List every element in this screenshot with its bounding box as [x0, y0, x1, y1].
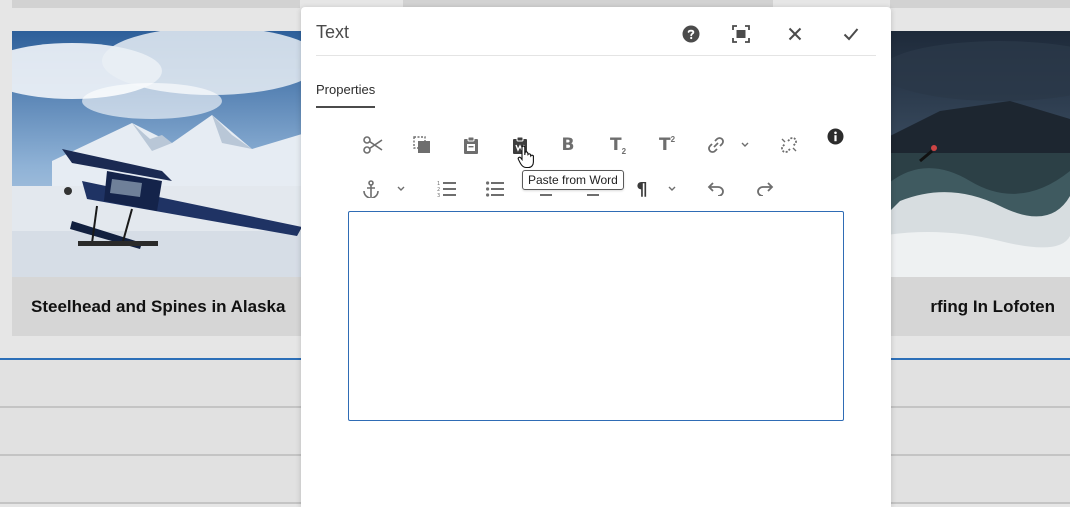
- bold-icon: B: [561, 135, 575, 155]
- paragraph-format-button[interactable]: ¶: [627, 175, 657, 203]
- background-strip: [12, 0, 300, 8]
- close-icon: [788, 27, 802, 41]
- copy-icon: [413, 136, 430, 153]
- link-button[interactable]: [701, 131, 731, 159]
- close-button[interactable]: [783, 23, 807, 45]
- help-button[interactable]: [679, 23, 703, 45]
- card-image-surfer: [880, 31, 1070, 277]
- chevron-down-icon: [668, 186, 676, 191]
- chevron-down-icon: [397, 186, 405, 191]
- superscript-icon: T2: [658, 135, 676, 155]
- bold-button[interactable]: B: [553, 131, 583, 159]
- unlink-button[interactable]: [774, 131, 804, 159]
- bulleted-list-icon: [486, 181, 504, 197]
- hand-cursor-icon: [517, 145, 534, 169]
- svg-text:3: 3: [437, 193, 440, 198]
- subscript-icon: T2: [609, 135, 627, 156]
- paragraph-icon: ¶: [636, 178, 648, 200]
- link-icon: [708, 137, 724, 153]
- card-title[interactable]: Steelhead and Spines in Alaska: [31, 297, 285, 317]
- bulleted-list-button[interactable]: [480, 175, 510, 203]
- chevron-down-icon: [741, 142, 749, 147]
- paste-from-word-tooltip: Paste from Word: [522, 170, 624, 190]
- article-card-lofoten[interactable]: rfing In Lofoten: [880, 31, 1070, 336]
- numbered-list-icon: 1 2 3: [437, 181, 456, 198]
- anchor-button[interactable]: [356, 175, 386, 203]
- redo-button[interactable]: [750, 175, 780, 203]
- help-icon: [682, 25, 700, 43]
- subscript-button[interactable]: T2: [603, 131, 633, 159]
- anchor-icon: [363, 180, 379, 198]
- info-button[interactable]: [820, 122, 850, 150]
- undo-button[interactable]: [701, 175, 731, 203]
- fullscreen-icon: [732, 25, 750, 43]
- paragraph-format-dropdown[interactable]: [665, 175, 679, 203]
- cut-icon: [363, 136, 383, 154]
- info-icon: [827, 128, 843, 144]
- undo-icon: [707, 182, 724, 196]
- redo-icon: [757, 182, 774, 196]
- link-dropdown[interactable]: [738, 131, 752, 159]
- done-icon: [843, 28, 859, 41]
- superscript-button[interactable]: T2: [652, 131, 682, 159]
- unlink-icon: [781, 137, 797, 153]
- done-button[interactable]: [839, 23, 863, 45]
- card-title[interactable]: rfing In Lofoten: [930, 297, 1055, 317]
- article-card-alaska[interactable]: Steelhead and Spines in Alaska: [12, 31, 312, 336]
- cut-button[interactable]: [358, 131, 388, 159]
- tab-properties[interactable]: Properties: [316, 82, 376, 108]
- background-strip: [890, 0, 1070, 8]
- header-divider: [316, 55, 876, 56]
- numbered-list-button[interactable]: 1 2 3: [432, 175, 462, 203]
- anchor-dropdown[interactable]: [394, 175, 408, 203]
- text-edit-dialog: Text Properties B T2 T2 1 2 3 ¶ Paste fr…: [301, 7, 891, 507]
- dialog-title: Text: [316, 22, 350, 42]
- fullscreen-button[interactable]: [729, 23, 753, 45]
- copy-button[interactable]: [407, 131, 437, 159]
- card-image-seaplane: [12, 31, 312, 277]
- rich-text-editor[interactable]: [348, 211, 844, 421]
- paste-button[interactable]: [456, 131, 486, 159]
- paste-icon: [464, 136, 478, 154]
